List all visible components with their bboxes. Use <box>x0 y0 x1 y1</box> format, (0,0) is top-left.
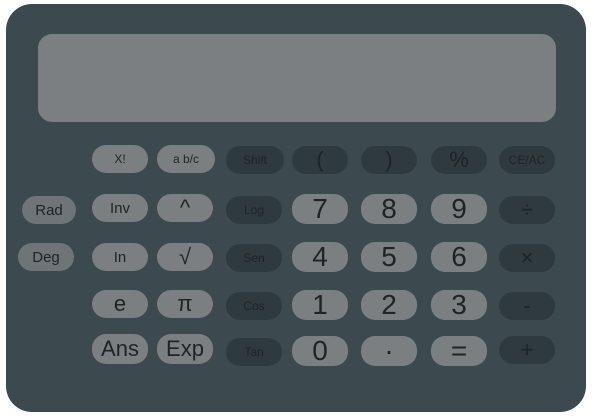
digit-5-button[interactable]: 5 <box>361 241 417 272</box>
inverse-button[interactable]: Inv <box>92 194 148 222</box>
divide-button[interactable]: ÷ <box>499 196 555 224</box>
fraction-button[interactable]: a b/c <box>157 145 215 173</box>
ans-button[interactable]: Ans <box>92 334 148 364</box>
percent-button[interactable]: % <box>431 146 487 174</box>
exp-button[interactable]: Exp <box>157 334 213 364</box>
shift-button[interactable]: Shift <box>226 146 284 174</box>
digit-9-button[interactable]: 9 <box>431 193 487 224</box>
digit-0-button[interactable]: 0 <box>292 335 348 366</box>
e-button[interactable]: e <box>92 290 148 318</box>
multiply-button[interactable]: × <box>499 244 555 272</box>
rad-button[interactable]: Rad <box>22 196 76 224</box>
digit-6-button[interactable]: 6 <box>431 241 487 272</box>
plus-button[interactable]: + <box>499 336 555 364</box>
digit-2-button[interactable]: 2 <box>361 289 417 320</box>
right-paren-button[interactable]: ) <box>361 146 417 174</box>
decimal-button[interactable]: · <box>361 335 417 366</box>
log-button[interactable]: Log <box>226 196 282 224</box>
equals-button[interactable]: = <box>431 335 487 366</box>
sqrt-button[interactable]: √ <box>157 243 213 271</box>
deg-button[interactable]: Deg <box>18 243 74 271</box>
power-button[interactable]: ^ <box>157 194 213 222</box>
digit-8-button[interactable]: 8 <box>361 193 417 224</box>
left-paren-button[interactable]: ( <box>292 146 348 174</box>
tan-button[interactable]: Tan <box>226 338 282 366</box>
digit-1-button[interactable]: 1 <box>292 289 348 320</box>
calculator-display <box>38 34 556 122</box>
ln-button[interactable]: In <box>92 243 148 271</box>
sin-button[interactable]: Sen <box>226 244 282 272</box>
digit-7-button[interactable]: 7 <box>292 193 348 224</box>
digit-4-button[interactable]: 4 <box>292 241 348 272</box>
factorial-button[interactable]: X! <box>92 145 148 173</box>
pi-button[interactable]: π <box>157 290 213 318</box>
minus-button[interactable]: - <box>499 292 555 320</box>
digit-3-button[interactable]: 3 <box>431 289 487 320</box>
clear-button[interactable]: CE/AC <box>499 146 555 174</box>
cos-button[interactable]: Cos <box>226 292 282 320</box>
